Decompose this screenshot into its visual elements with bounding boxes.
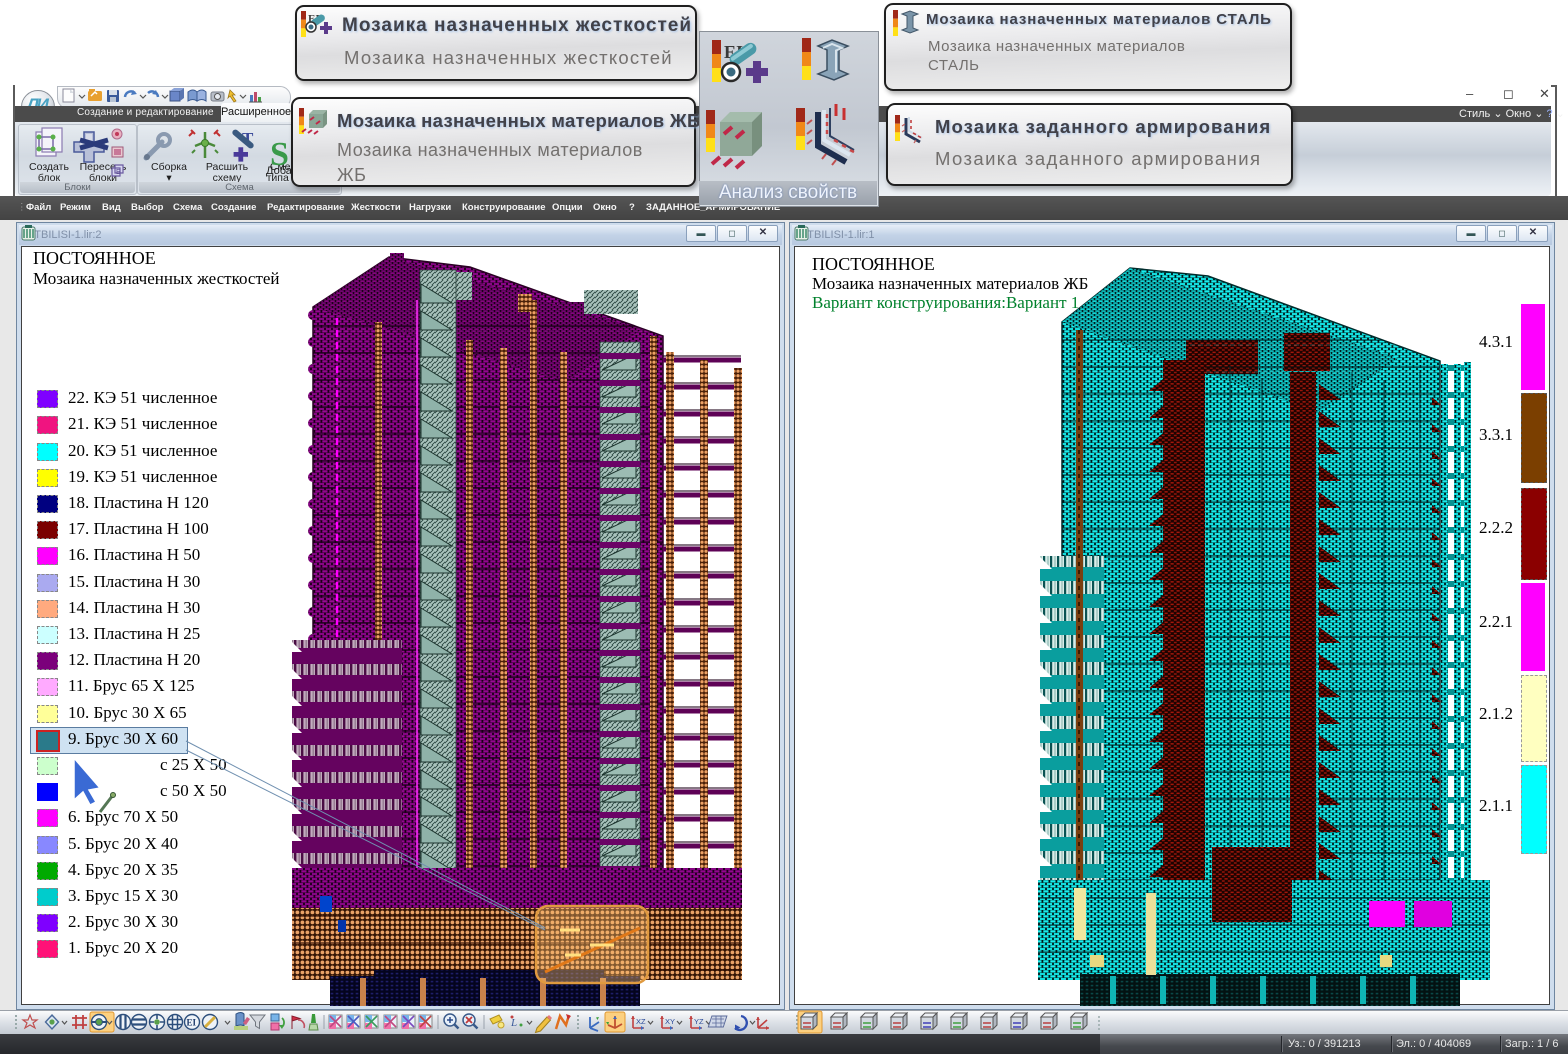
svg-text:XZ: XZ: [636, 1017, 646, 1026]
svg-text:EI: EI: [187, 1018, 197, 1028]
svg-text:XY: XY: [665, 1017, 675, 1026]
svg-text:L: L: [510, 1017, 517, 1029]
svg-text:Доба: Доба: [266, 165, 293, 177]
svg-text:YZ: YZ: [694, 1017, 704, 1026]
svg-text:Б: Б: [116, 169, 121, 176]
